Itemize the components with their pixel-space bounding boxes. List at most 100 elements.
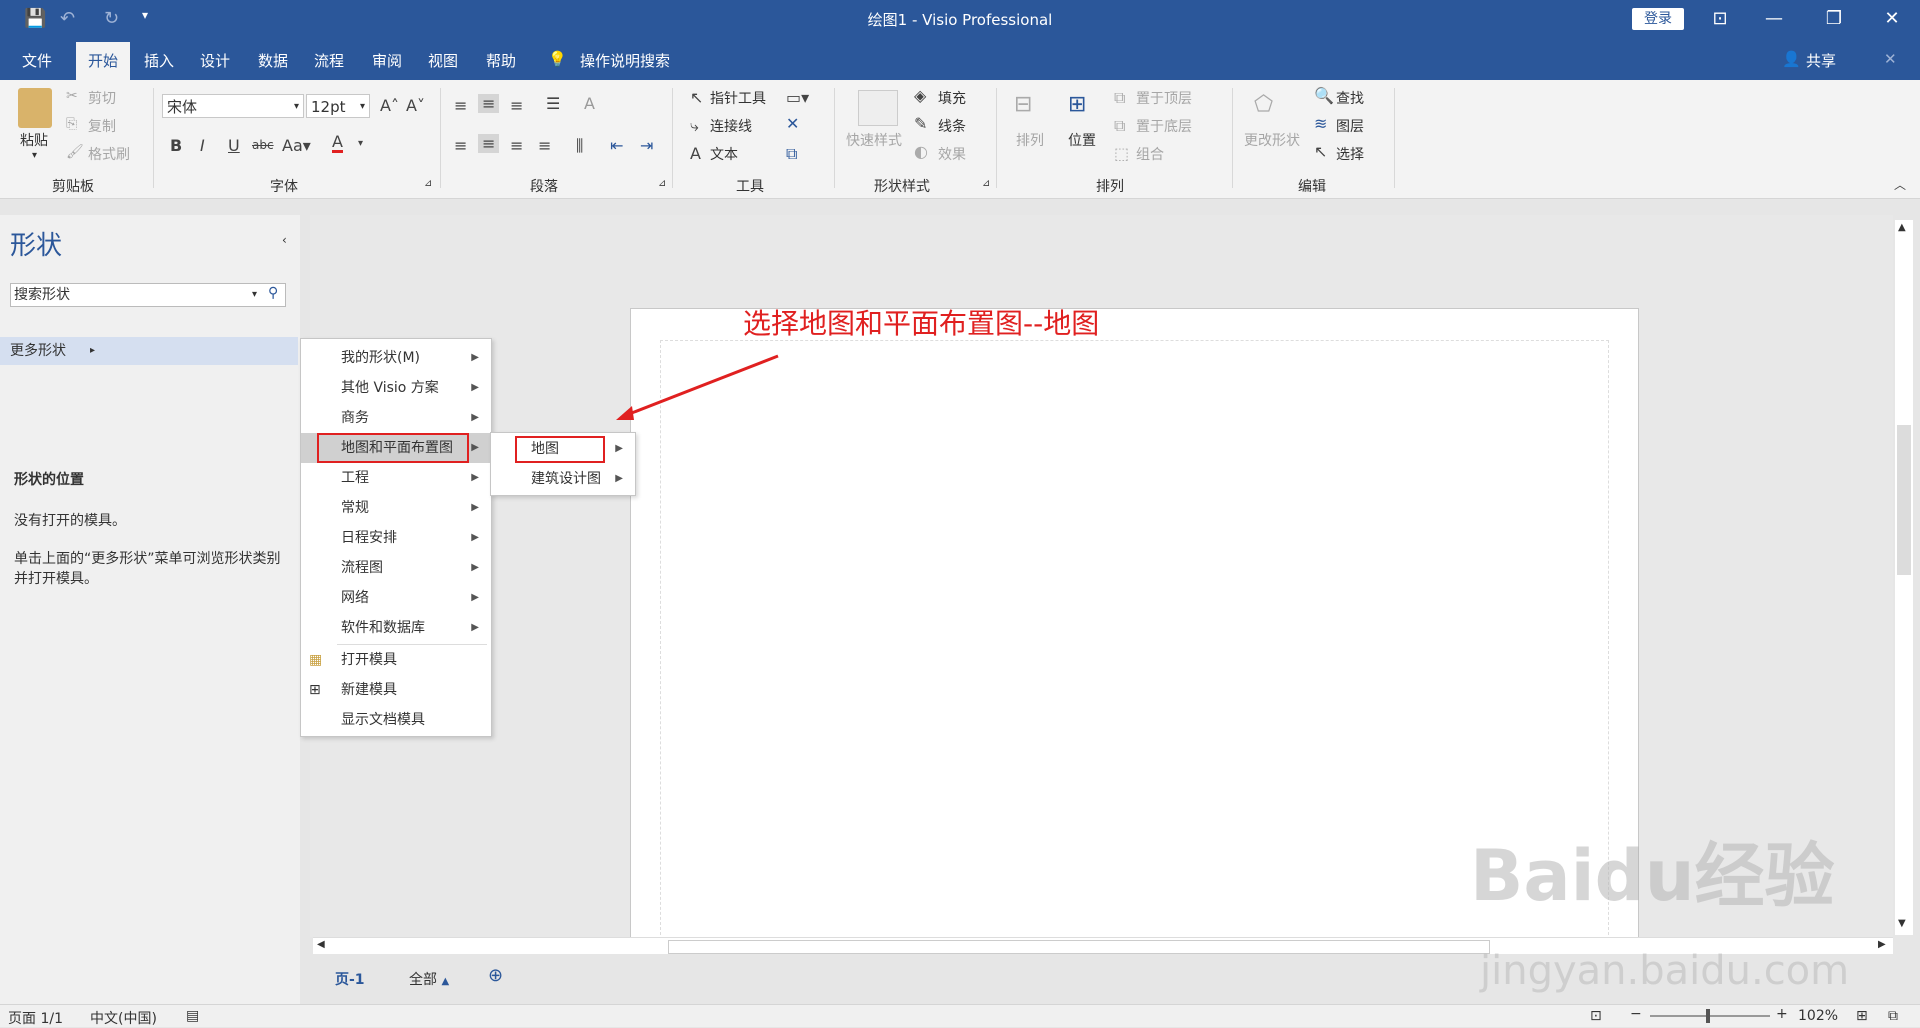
- text-direction-icon[interactable]: A: [584, 94, 595, 113]
- menu-item-maps-floorplans[interactable]: 地图和平面布置图 ▶: [301, 433, 491, 463]
- line-button[interactable]: 线条: [938, 116, 966, 136]
- align-top-icon[interactable]: ≡: [454, 96, 467, 115]
- minimize-icon[interactable]: —: [1754, 6, 1794, 32]
- search-dropdown-icon[interactable]: ▾: [252, 284, 257, 306]
- bullets-icon[interactable]: ☰: [546, 94, 560, 113]
- menu-item-flowchart[interactable]: 流程图 ▶: [301, 553, 491, 583]
- zoom-level[interactable]: 102%: [1798, 1008, 1838, 1024]
- share-button[interactable]: 共享: [1806, 50, 1836, 71]
- shape-search-input[interactable]: 搜索形状 ▾: [10, 283, 286, 307]
- horizontal-scroll-thumb[interactable]: [668, 940, 1490, 954]
- menu-item-new-stencil[interactable]: ⊞ 新建模具: [301, 675, 491, 705]
- arrange-button[interactable]: 排列: [1016, 130, 1044, 150]
- group-button[interactable]: 组合: [1136, 144, 1164, 164]
- close-pane-icon[interactable]: ✕: [1884, 50, 1897, 68]
- restore-icon[interactable]: ❐: [1814, 6, 1854, 32]
- format-painter-button[interactable]: 格式刷: [88, 144, 130, 164]
- zoom-out-icon[interactable]: −: [1630, 1006, 1642, 1022]
- fill-button[interactable]: 填充: [938, 88, 966, 108]
- crop-icon[interactable]: ⧉: [786, 144, 797, 164]
- vertical-scroll-thumb[interactable]: [1897, 425, 1911, 575]
- tab-process[interactable]: 流程: [314, 50, 344, 71]
- share-icon[interactable]: 👤: [1782, 50, 1801, 68]
- underline-icon[interactable]: U: [228, 136, 240, 155]
- send-back-button[interactable]: 置于底层: [1136, 116, 1192, 136]
- zoom-in-icon[interactable]: +: [1776, 1006, 1788, 1022]
- decrease-indent-icon[interactable]: ⇤: [610, 136, 623, 155]
- zoom-slider-thumb[interactable]: [1706, 1009, 1710, 1023]
- font-color-icon[interactable]: A: [332, 134, 343, 153]
- font-name-combo[interactable]: 宋体 ▾: [162, 94, 304, 118]
- menu-item-other-visio[interactable]: 其他 Visio 方案 ▶: [301, 373, 491, 403]
- shape-styles-dialog-launcher-icon[interactable]: ⊿: [982, 178, 990, 189]
- font-dialog-launcher-icon[interactable]: ⊿: [424, 178, 432, 189]
- justify-icon[interactable]: ≡: [538, 136, 551, 155]
- effects-button[interactable]: 效果: [938, 144, 966, 164]
- find-button[interactable]: 查找: [1336, 88, 1364, 108]
- paste-icon[interactable]: [18, 88, 52, 128]
- fit-page-icon[interactable]: ⊡: [1590, 1008, 1602, 1024]
- menu-item-document-stencil[interactable]: 显示文档模具: [301, 705, 491, 735]
- login-button[interactable]: 登录: [1632, 8, 1684, 30]
- layers-button[interactable]: 图层: [1336, 116, 1364, 136]
- tab-file[interactable]: 文件: [22, 50, 52, 71]
- menu-item-engineering[interactable]: 工程 ▶: [301, 463, 491, 493]
- collapse-ribbon-icon[interactable]: ︿: [1894, 176, 1906, 193]
- menu-item-network[interactable]: 网络 ▶: [301, 583, 491, 613]
- select-button[interactable]: 选择: [1336, 144, 1364, 164]
- menu-item-general[interactable]: 常规 ▶: [301, 493, 491, 523]
- page-number-status[interactable]: 页面 1/1: [8, 1008, 63, 1028]
- align-center-icon[interactable]: ≡: [478, 134, 500, 153]
- menu-item-open-stencil[interactable]: ▦ 打开模具: [301, 645, 491, 675]
- tab-design[interactable]: 设计: [200, 50, 230, 71]
- tab-help[interactable]: 帮助: [486, 50, 516, 71]
- grow-font-icon[interactable]: A˄: [380, 96, 399, 115]
- scroll-right-icon[interactable]: ▶: [1878, 939, 1886, 950]
- change-case-icon[interactable]: Aa▾: [282, 136, 311, 155]
- fit-window-icon[interactable]: ⊞: [1856, 1008, 1868, 1024]
- copy-button[interactable]: 复制: [88, 116, 116, 136]
- scroll-left-icon[interactable]: ◀: [317, 939, 325, 950]
- menu-item-business[interactable]: 商务 ▶: [301, 403, 491, 433]
- font-size-combo[interactable]: 12pt ▾: [306, 94, 370, 118]
- vertical-scrollbar[interactable]: ▲ ▼: [1895, 220, 1913, 935]
- page-tab[interactable]: 页-1: [335, 969, 365, 989]
- quick-styles-icon[interactable]: [858, 90, 898, 126]
- bold-icon[interactable]: B: [170, 136, 182, 155]
- close-icon[interactable]: ✕: [1872, 6, 1912, 32]
- quick-styles-button[interactable]: 快速样式: [846, 130, 902, 150]
- tab-insert[interactable]: 插入: [144, 50, 174, 71]
- tab-home[interactable]: 开始: [76, 42, 131, 80]
- connection-point-icon[interactable]: ✕: [786, 114, 799, 133]
- add-page-icon[interactable]: ⊕: [488, 965, 503, 986]
- position-button[interactable]: 位置: [1068, 130, 1096, 150]
- pointer-tool-button[interactable]: 指针工具: [710, 88, 766, 108]
- more-shapes-button[interactable]: 更多形状 ▸: [0, 337, 298, 365]
- macro-icon[interactable]: ▤: [186, 1008, 199, 1024]
- search-icon[interactable]: ⚲: [268, 285, 278, 301]
- text-tool-button[interactable]: 文本: [710, 144, 738, 164]
- cut-button[interactable]: 剪切: [88, 88, 116, 108]
- font-color-dropdown-icon[interactable]: ▾: [358, 138, 363, 149]
- shrink-font-icon[interactable]: A˅: [406, 96, 425, 115]
- menu-item-software-db[interactable]: 软件和数据库 ▶: [301, 613, 491, 643]
- submenu-item-maps[interactable]: 地图 ▶: [491, 434, 635, 464]
- change-shape-button[interactable]: 更改形状: [1244, 130, 1300, 150]
- vertical-text-icon[interactable]: ⫼: [576, 136, 583, 156]
- align-middle-icon[interactable]: ≡: [478, 94, 500, 113]
- tab-data[interactable]: 数据: [258, 50, 288, 71]
- all-pages-button[interactable]: 全部 ▲: [409, 969, 449, 989]
- align-left-icon[interactable]: ≡: [454, 136, 467, 155]
- zoom-slider[interactable]: [1650, 1015, 1770, 1017]
- strikethrough-icon[interactable]: abc: [252, 138, 274, 152]
- italic-icon[interactable]: I: [200, 136, 205, 155]
- collapse-pane-icon[interactable]: ‹: [282, 233, 287, 247]
- align-right-icon[interactable]: ≡: [510, 136, 523, 155]
- align-bottom-icon[interactable]: ≡: [510, 96, 523, 115]
- scroll-down-icon[interactable]: ▼: [1898, 918, 1906, 929]
- tab-view[interactable]: 视图: [428, 50, 458, 71]
- paste-dropdown-icon[interactable]: ▾: [32, 150, 37, 161]
- switch-windows-icon[interactable]: ⧉: [1888, 1008, 1898, 1024]
- tell-me-search[interactable]: 操作说明搜索: [580, 50, 670, 71]
- ribbon-display-icon[interactable]: ⊡: [1700, 6, 1740, 32]
